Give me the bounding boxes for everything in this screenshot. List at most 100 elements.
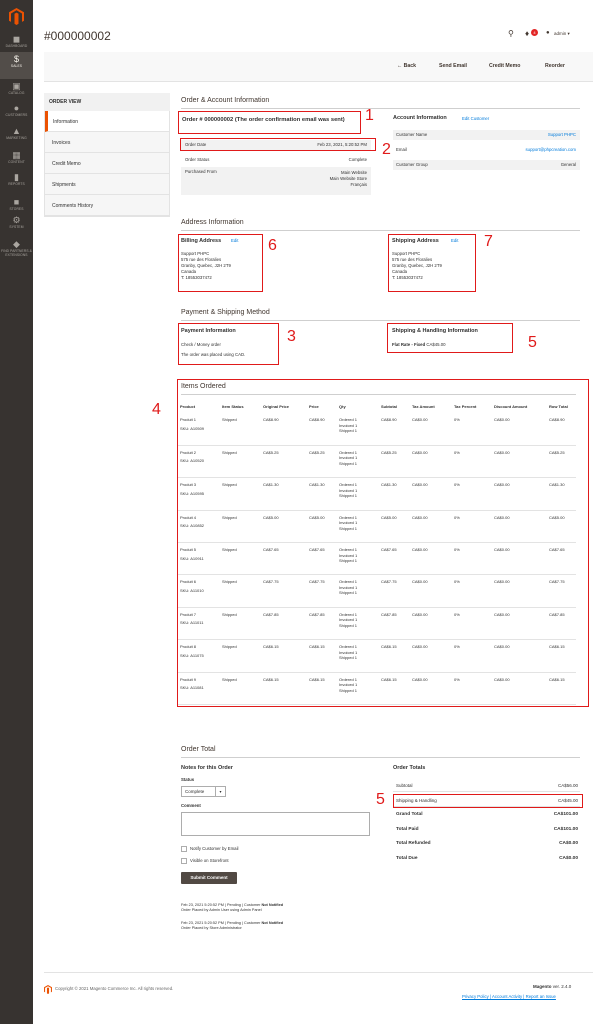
- annotation-box-2: [180, 138, 376, 151]
- sidebar-item-find-partners-extensions[interactable]: ◆ Find Partners & Extensions: [0, 237, 33, 264]
- customer-group-row: Customer Group General: [393, 160, 580, 170]
- customer-name-row: Customer Name Support PHPC: [393, 130, 580, 140]
- customer-group-value: General: [560, 162, 576, 167]
- sidebar-item-marketing[interactable]: ▲ Marketing: [0, 124, 33, 151]
- bell-icon[interactable]: ♦: [525, 29, 529, 38]
- total-refunded-row: Total Refunded CA$0.00: [396, 841, 578, 846]
- chevron-down-icon: ▾: [215, 787, 225, 796]
- tab-credit-memo[interactable]: Credit Memo: [45, 153, 169, 174]
- tab-information[interactable]: Information: [45, 111, 169, 132]
- credit-memo-button[interactable]: Credit Memo: [489, 63, 520, 69]
- search-icon[interactable]: ⚲: [508, 29, 514, 38]
- subtotal-row: Subtotal CA$56.00: [393, 780, 580, 792]
- annotation-number-3: 3: [287, 328, 296, 345]
- order-status-label: Order Status: [185, 157, 210, 162]
- notes-heading: Notes for this Order: [181, 765, 233, 771]
- submit-comment-button[interactable]: Submit Comment: [181, 872, 237, 884]
- reorder-button[interactable]: Reorder: [545, 63, 565, 69]
- annotation-number-4: 4: [152, 401, 161, 418]
- total-paid-row: Total Paid CA$101.00: [396, 827, 578, 832]
- customer-name-link[interactable]: Support PHPC: [548, 130, 576, 140]
- annotation-box-5b: [393, 794, 583, 808]
- edit-customer-link[interactable]: Edit Customer: [462, 116, 489, 122]
- sidebar-item-label: Find Partners & Extensions: [1, 249, 32, 257]
- tab-invoices[interactable]: Invoices: [45, 132, 169, 153]
- puzzle-icon: ◆: [13, 239, 20, 249]
- order-view-tabs: ORDER VIEW Information Invoices Credit M…: [44, 93, 170, 217]
- annotation-box-7: [388, 234, 476, 292]
- status-select[interactable]: Complete ▾: [181, 786, 226, 797]
- tab-shipments[interactable]: Shipments: [45, 174, 169, 195]
- send-email-button[interactable]: Send Email: [439, 63, 467, 69]
- cube-icon: ▣: [12, 81, 21, 91]
- person-icon: ●: [13, 103, 20, 113]
- dollar-icon: $: [13, 54, 19, 64]
- dashboard-icon: ◼: [12, 34, 21, 44]
- admin-user-menu[interactable]: admin ▾: [554, 31, 570, 37]
- history-entry: Feb 23, 2021 5:20:52 PM | Pending | Cust…: [181, 903, 284, 912]
- purchased-from-label: Purchased From: [185, 169, 217, 174]
- order-totals-heading: Order Totals: [393, 765, 426, 771]
- visible-storefront-label: Visible on Storefront: [190, 858, 229, 863]
- email-row: Email support@phpcreation.com: [393, 145, 580, 155]
- annotation-box-1: [178, 111, 361, 134]
- sidebar-item-reports[interactable]: ▮ Reports: [0, 170, 33, 197]
- sidebar-item-label: Catalog: [8, 91, 25, 95]
- email-link[interactable]: support@phpcreation.com: [526, 145, 576, 155]
- annotation-number-5: 5: [528, 334, 537, 351]
- purchased-from-row: Purchased From Main Website Main Website …: [181, 167, 371, 195]
- footer-links[interactable]: Privacy Policy | Account Activity | Repo…: [462, 994, 556, 1000]
- email-label: Email: [396, 147, 407, 152]
- copyright-text: Copyright © 2021 Magento Commerce Inc. A…: [55, 986, 174, 991]
- sidebar-item-label: Customers: [5, 113, 28, 117]
- annotation-number-1: 1: [365, 107, 374, 124]
- payment-shipping-section-title: Payment & Shipping Method: [181, 309, 270, 316]
- sidebar-item-label: Dashboard: [5, 44, 28, 48]
- sidebar-item-system[interactable]: ⚙ System: [0, 213, 33, 240]
- layout-icon: ▦: [12, 150, 21, 160]
- bar-chart-icon: ▮: [14, 172, 19, 182]
- megaphone-icon: ▲: [12, 126, 21, 136]
- store-icon: ■: [13, 197, 20, 207]
- order-status-row: Order Status Complete: [181, 155, 371, 165]
- version-text: Magento ver. 2.4.0: [533, 984, 572, 989]
- order-total-section-title: Order Total: [181, 746, 216, 753]
- notify-customer-checkbox[interactable]: [181, 846, 187, 852]
- annotation-box-4: [177, 379, 589, 707]
- notification-badge[interactable]: 4: [531, 29, 538, 36]
- annotation-number-7: 7: [484, 233, 493, 250]
- annotation-box-6: [178, 234, 263, 292]
- address-section-title: Address Information: [181, 219, 244, 226]
- history-entry: Feb 23, 2021 5:20:52 PM | Pending | Cust…: [181, 921, 284, 930]
- sidebar-item-label: Content: [8, 160, 25, 164]
- annotation-box-5: [387, 323, 513, 353]
- comment-textarea[interactable]: [181, 812, 370, 836]
- status-label: Status: [181, 777, 195, 782]
- grand-total-row: Grand Total CA$101.00: [396, 812, 578, 817]
- sidebar-item-label: Reports: [8, 182, 25, 186]
- order-status-value: Complete: [348, 157, 367, 162]
- comment-label: Comment: [181, 803, 201, 808]
- sidebar-item-label: System: [9, 225, 24, 229]
- annotation-number-5b: 5: [376, 791, 385, 808]
- divider: [181, 230, 580, 231]
- back-button[interactable]: ← Back: [397, 63, 416, 69]
- magento-footer-logo-icon: [44, 985, 52, 994]
- page-title: #000000002: [44, 29, 111, 43]
- tab-comments-history[interactable]: Comments History: [45, 195, 169, 216]
- divider: [181, 757, 580, 758]
- user-icon: ●: [546, 30, 550, 36]
- order-view-heading: ORDER VIEW: [44, 93, 170, 111]
- notify-customer-label: Notify Customer by Email: [190, 846, 239, 851]
- total-due-row: Total Due CA$0.00: [396, 856, 578, 861]
- sidebar-item-sales[interactable]: $ Sales: [0, 52, 33, 79]
- order-account-section-title: Order & Account Information: [181, 97, 270, 104]
- annotation-number-2: 2: [382, 141, 391, 158]
- visible-storefront-checkbox[interactable]: [181, 858, 187, 864]
- customer-name-label: Customer Name: [396, 132, 428, 137]
- sidebar-item-label: Marketing: [6, 136, 27, 140]
- account-info-heading: Account Information: [393, 115, 447, 121]
- magento-logo-icon[interactable]: [9, 8, 24, 25]
- footer-divider: [44, 972, 593, 973]
- purchased-from-value: Main Website Main Website Store Français: [329, 170, 367, 187]
